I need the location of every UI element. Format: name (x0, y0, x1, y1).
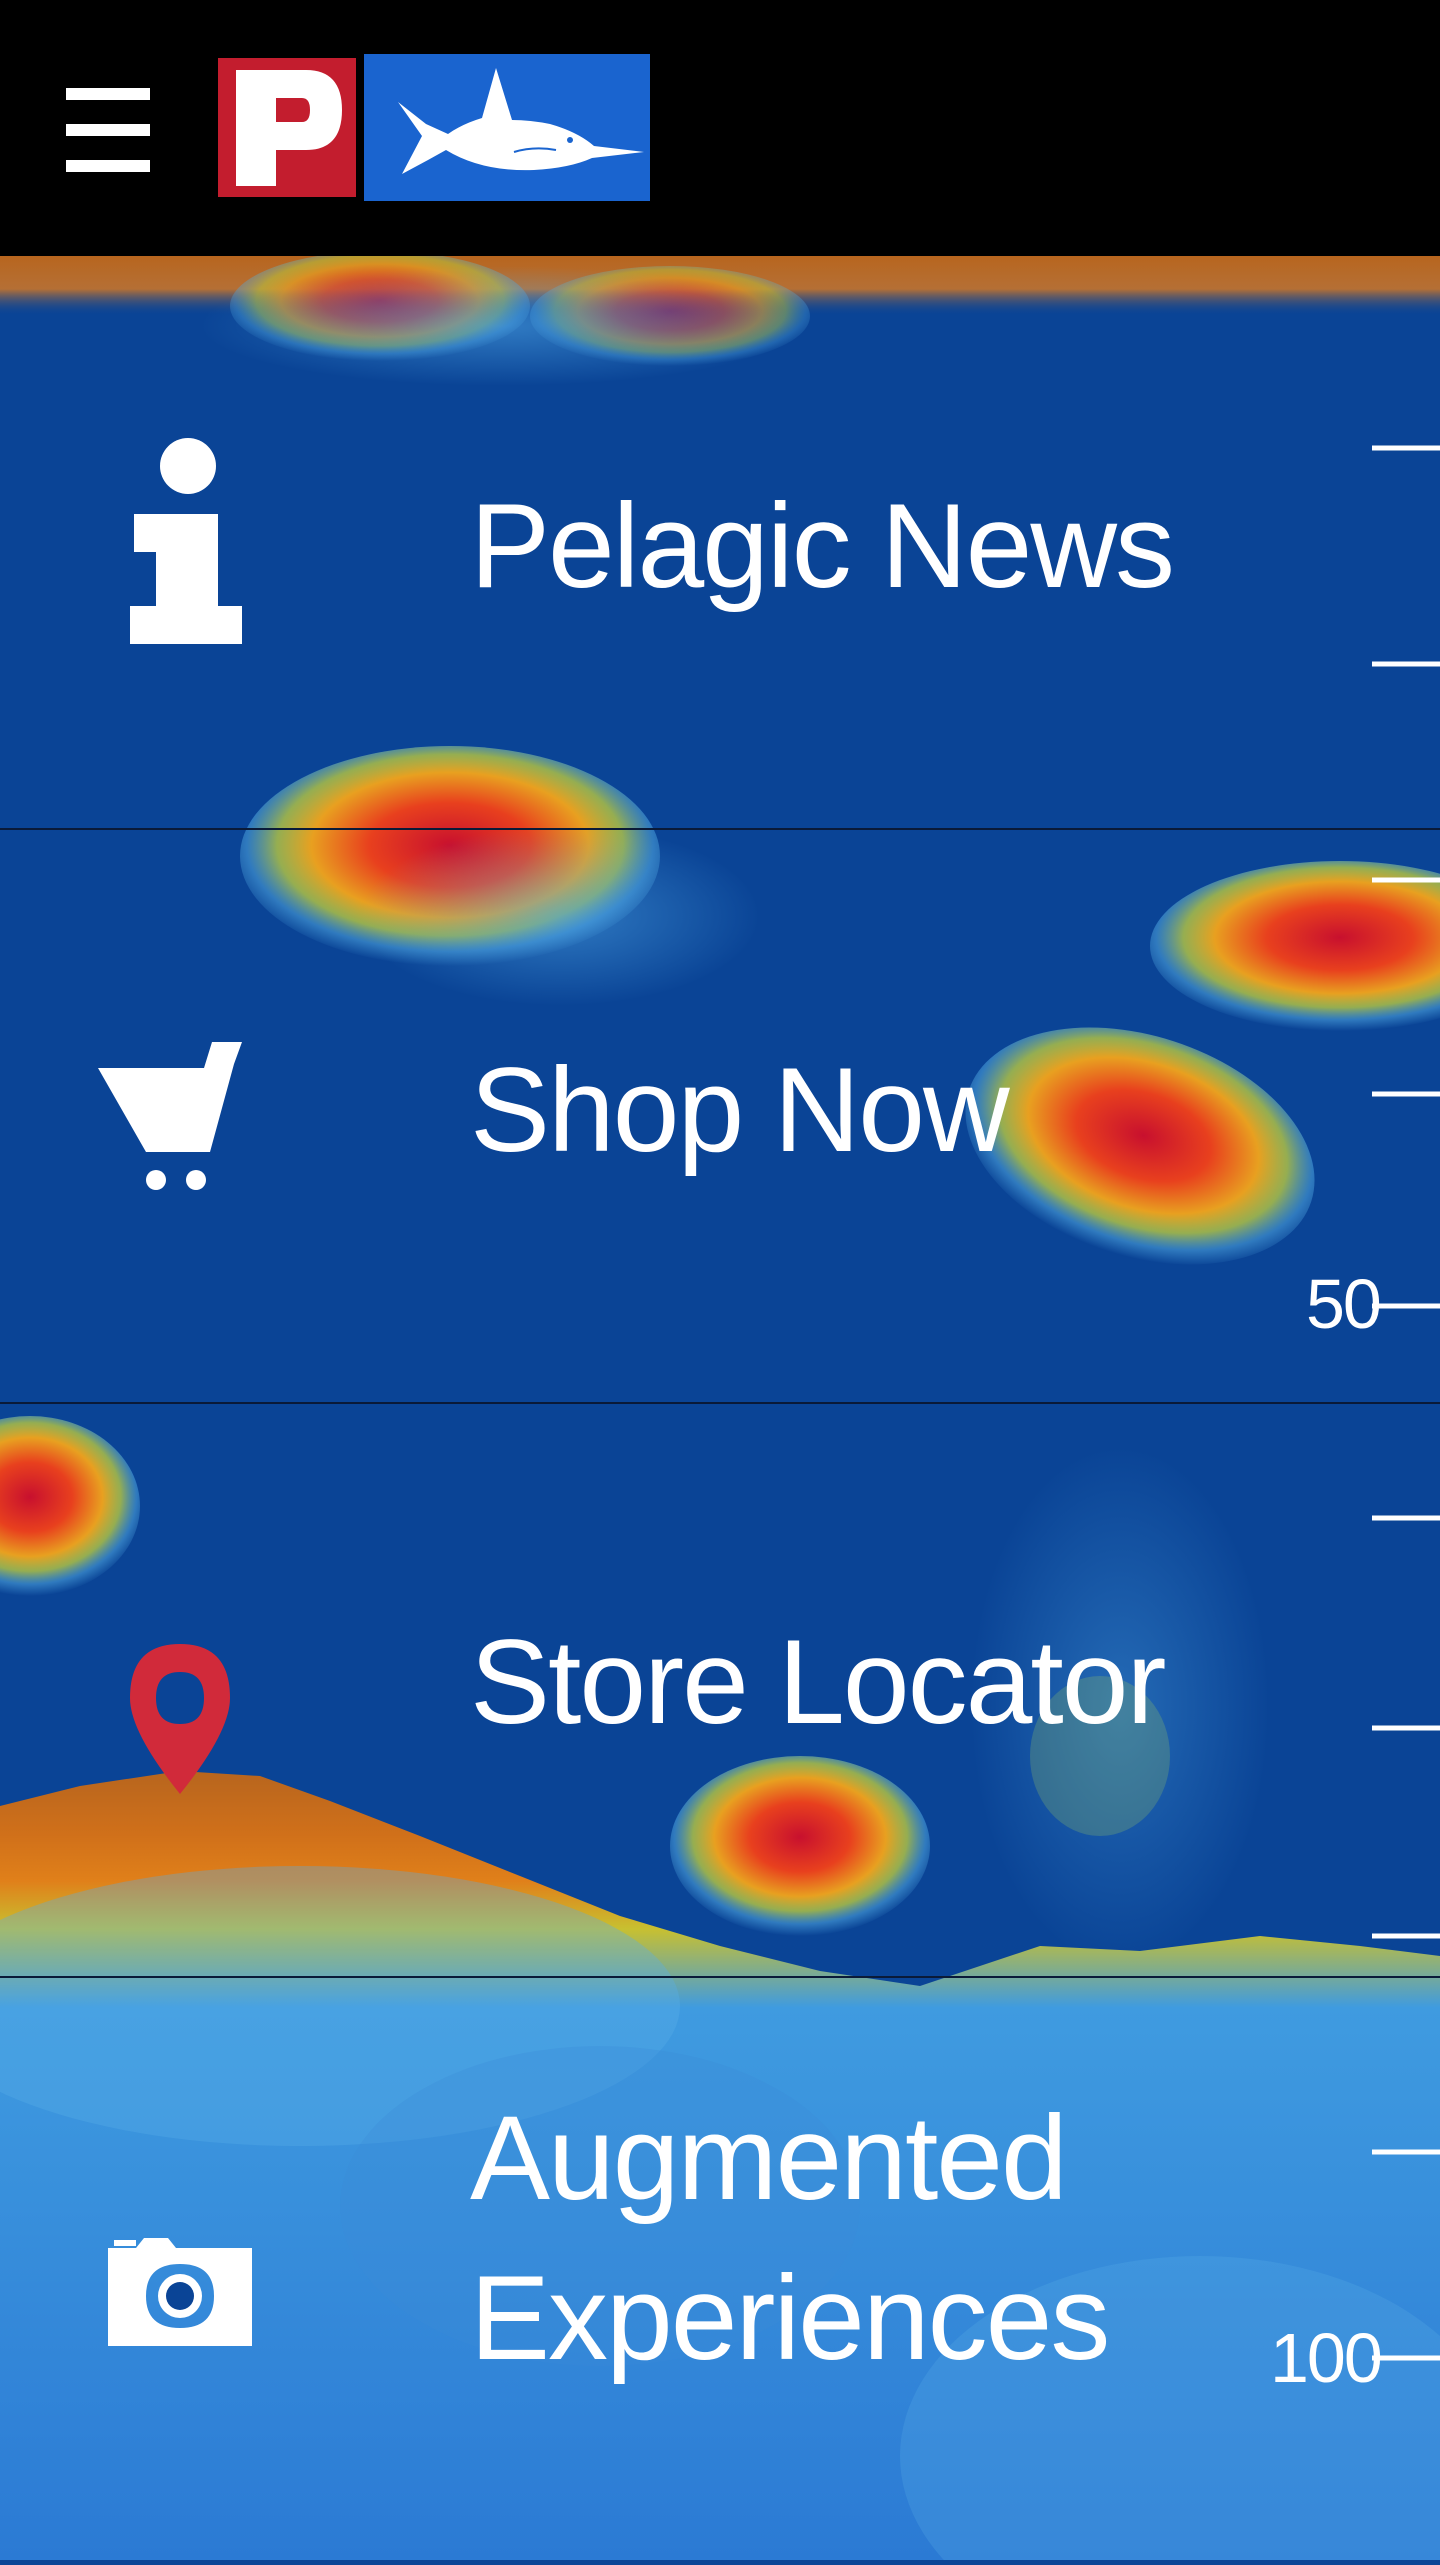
depth-label-100: 100 (1270, 2319, 1383, 2397)
shopping-cart-icon (98, 1042, 242, 1190)
marlin-fish-icon (364, 54, 650, 201)
menu-label: Pelagic News (470, 479, 1175, 613)
camera-icon (108, 2238, 252, 2346)
app-header (0, 0, 1440, 256)
menu-item-augmented-experiences[interactable]: Augmented Experiences (0, 1978, 1440, 2560)
hamburger-menu-icon[interactable] (58, 80, 158, 180)
menu-item-pelagic-news[interactable]: Pelagic News (0, 256, 1440, 830)
menu-label-line2: Experiences (470, 2251, 1110, 2385)
menu-label: Store Locator (470, 1615, 1166, 1749)
menu-item-store-locator[interactable]: Store Locator (0, 1404, 1440, 1978)
logo-p-letter-icon (236, 70, 342, 186)
menu-item-shop-now[interactable]: Shop Now (0, 830, 1440, 1404)
depth-scale: 50 100 (1240, 256, 1440, 2560)
menu-label-line1: Augmented (470, 2091, 1068, 2225)
depth-label-50: 50 (1306, 1265, 1382, 1343)
info-icon (130, 438, 242, 644)
menu-label: Shop Now (470, 1043, 1010, 1177)
map-pin-icon (130, 1644, 230, 1794)
logo-p-mark (214, 54, 360, 201)
depth-scale-ticks (1372, 445, 1440, 2361)
main-menu: Pelagic News Shop Now Store Locator Augm… (0, 256, 1440, 2560)
brand-logo[interactable] (214, 54, 650, 201)
